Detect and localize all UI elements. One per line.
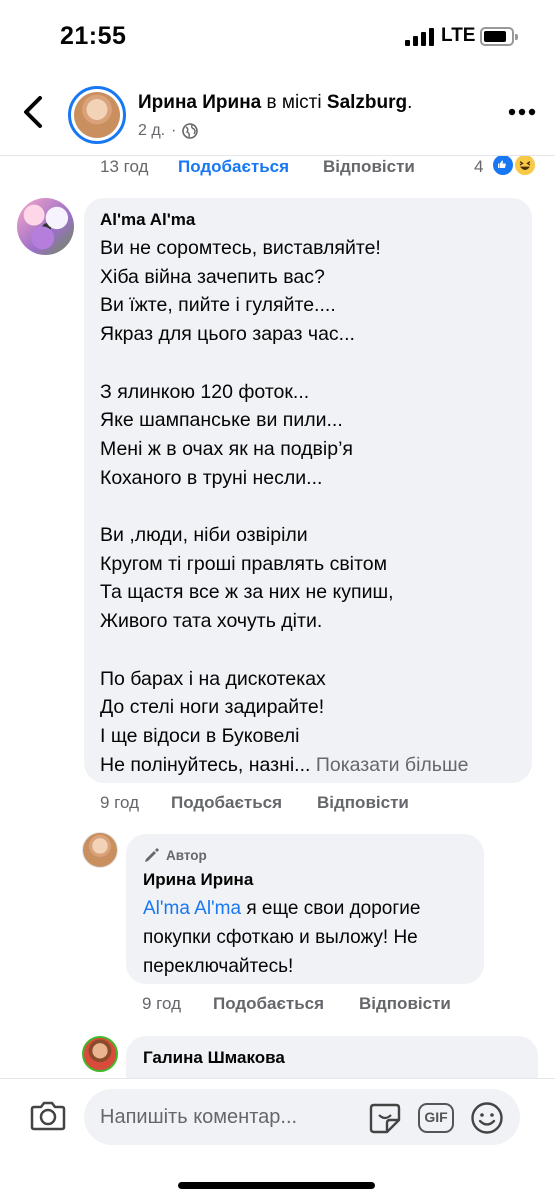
signal-icon — [405, 28, 435, 46]
author-badge: Автор — [143, 846, 467, 864]
location-suffix: . — [407, 92, 413, 113]
comment-bubble: Al'ma Al'ma Ви не соромтесь, виставляйте… — [84, 198, 532, 783]
pencil-icon — [145, 848, 159, 862]
location-name[interactable]: Salzburg — [327, 92, 407, 113]
commenter-name[interactable]: Al'ma Al'ma — [100, 210, 516, 230]
battery-icon — [480, 27, 518, 46]
like-button[interactable]: Подобається — [171, 793, 282, 813]
location-prefix: в місті — [261, 92, 327, 113]
like-button[interactable]: Подобається — [178, 157, 289, 177]
camera-icon[interactable] — [30, 1099, 66, 1131]
post-age[interactable]: 2 д. — [138, 122, 165, 140]
reply-button[interactable]: Відповісти — [317, 793, 409, 813]
reaction-count[interactable]: 4 — [474, 157, 483, 177]
emoji-icon[interactable] — [470, 1101, 504, 1135]
reply-bubble: Автор Ирина Ирина Al'ma Al'ma я еще свои… — [126, 834, 484, 984]
post-meta: 2 д. · — [138, 122, 199, 140]
home-indicator — [178, 1182, 375, 1189]
reply-time[interactable]: 9 год — [142, 994, 181, 1014]
more-icon[interactable] — [508, 108, 536, 116]
post-header: Ирина Ирина в місті Salzburg. 2 д. · — [0, 70, 555, 156]
see-more-link[interactable]: Показати більше — [310, 754, 469, 776]
commenter-name[interactable]: Галина Шмакова — [143, 1048, 521, 1068]
reply-button[interactable]: Відповісти — [359, 994, 451, 1014]
post-title: Ирина Ирина в місті Salzburg. — [138, 92, 412, 114]
gif-icon[interactable]: GIF — [418, 1103, 454, 1133]
author-name[interactable]: Ирина Ирина — [138, 92, 261, 113]
commenter-avatar[interactable] — [82, 1036, 118, 1072]
previous-comment-actions: 13 год Подобається Відповісти — [0, 156, 555, 186]
globe-icon — [182, 123, 199, 139]
comment-body: Ви не соромтесь, виставляйте! Хіба війна… — [100, 237, 394, 776]
like-button[interactable]: Подобається — [213, 994, 324, 1014]
comment-text: Ви не соромтесь, виставляйте! Хіба війна… — [100, 234, 516, 779]
comment-time[interactable]: 9 год — [100, 793, 139, 813]
back-icon[interactable] — [20, 94, 48, 130]
mention-link[interactable]: Al'ma Al'ma — [143, 898, 241, 919]
reply-button[interactable]: Відповісти — [323, 157, 415, 177]
author-badge-label: Автор — [166, 847, 207, 863]
reply-text: Al'ma Al'ma я еще свои дорогие покупки с… — [143, 894, 467, 981]
commenter-avatar[interactable] — [17, 198, 74, 255]
haha-reaction-icon[interactable] — [513, 153, 537, 177]
sticker-icon[interactable] — [368, 1101, 404, 1135]
author-reply-avatar[interactable] — [82, 832, 118, 868]
status-time: 21:55 — [60, 22, 127, 50]
reply-author-name[interactable]: Ирина Ирина — [143, 870, 467, 890]
comment-time[interactable]: 13 год — [100, 157, 148, 177]
network-type: LTE — [441, 25, 476, 46]
status-bar: 21:55 LTE — [0, 0, 555, 70]
comment-input[interactable] — [100, 1089, 360, 1145]
like-reaction-icon[interactable] — [491, 153, 515, 177]
comment-input-box: GIF — [84, 1089, 520, 1145]
author-avatar[interactable] — [68, 86, 126, 144]
meta-separator: · — [171, 122, 177, 139]
